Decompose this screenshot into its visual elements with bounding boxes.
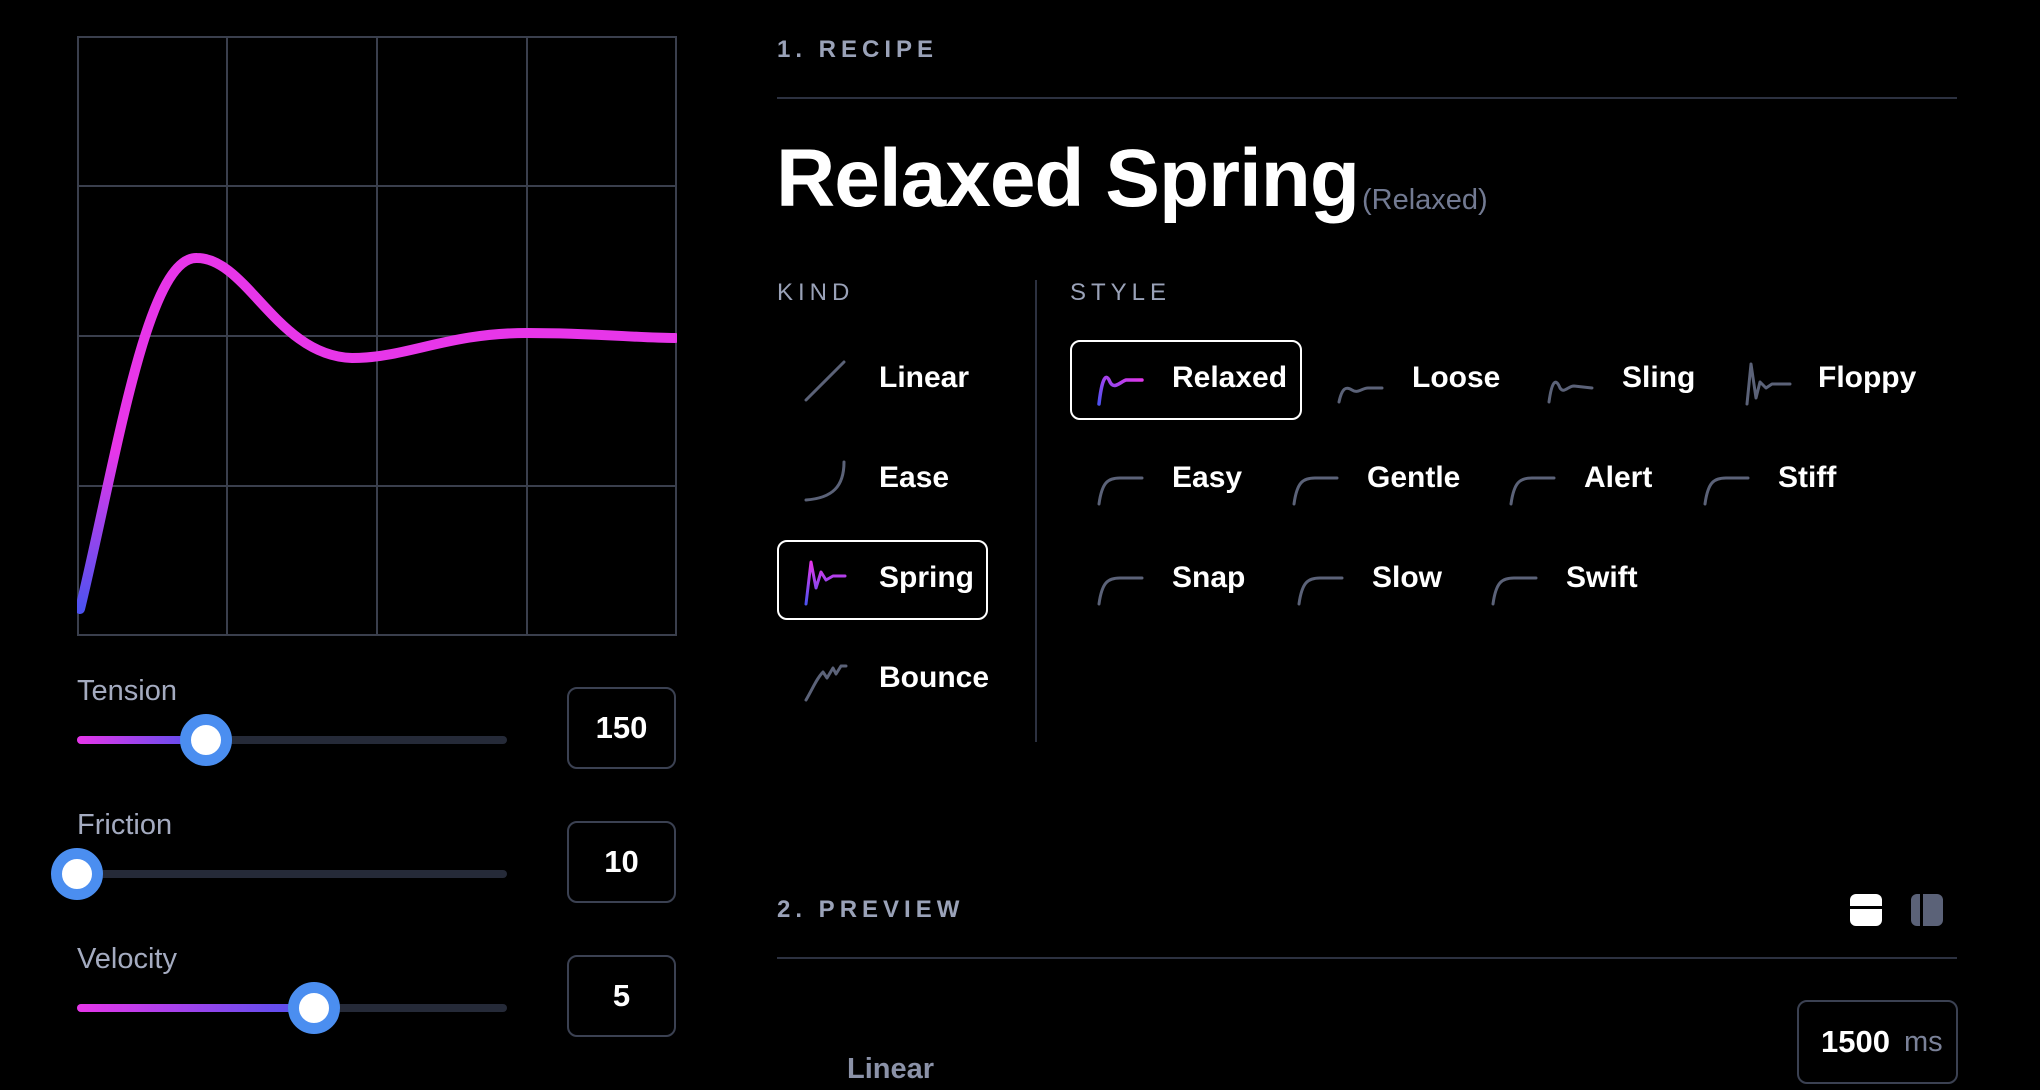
velocity-slider[interactable] [77, 982, 507, 1034]
style-option-label: Floppy [1818, 361, 1917, 394]
style-option-slow[interactable]: Slow [1270, 540, 1460, 620]
kind-label: KIND [777, 279, 855, 306]
tension-thumb[interactable] [180, 714, 232, 766]
friction-value[interactable]: 10 [567, 821, 676, 903]
velocity-fill [77, 1004, 314, 1012]
style-option-label: Loose [1412, 361, 1501, 394]
duration-value: 1500 [1821, 1024, 1890, 1059]
preview-row-label: Linear [847, 1053, 935, 1085]
style-curve-icon [1097, 476, 1144, 506]
style-option-alert[interactable]: Alert [1482, 440, 1682, 520]
style-option-floppy[interactable]: Floppy [1718, 340, 1938, 420]
duration-field[interactable]: 1500 ms [1797, 1000, 1958, 1084]
style-option-easy[interactable]: Easy [1070, 440, 1260, 520]
recipe-subtitle: (Relaxed) [1362, 184, 1488, 216]
style-curve-icon [1337, 386, 1384, 404]
style-option-relaxed[interactable]: Relaxed [1070, 340, 1302, 420]
style-option-label: Sling [1622, 361, 1696, 394]
velocity-thumb[interactable] [287, 982, 340, 1034]
style-curve-icon [1745, 362, 1792, 406]
ease-curve-icon [804, 460, 846, 502]
style-option-snap[interactable]: Snap [1070, 540, 1260, 620]
style-label: STYLE [1070, 279, 1172, 306]
spring-curve-graph [77, 36, 677, 636]
friction-thumb[interactable] [51, 848, 103, 900]
spring-curve-icon [1097, 375, 1144, 406]
kind-option-label: Bounce [879, 661, 990, 694]
duration-unit: ms [1904, 1026, 1943, 1058]
kind-option-label: Ease [879, 461, 950, 494]
tension-slider[interactable] [77, 714, 507, 766]
style-option-label: Gentle [1367, 461, 1461, 494]
style-curve-icon [1703, 476, 1750, 506]
friction-label: Friction [77, 809, 173, 841]
bounce-curve-icon [804, 664, 848, 702]
spring-curve-icon [804, 560, 847, 606]
kind-style-divider [1035, 280, 1037, 742]
split-view-icon[interactable] [1908, 892, 1944, 928]
kind-option-spring[interactable]: Spring [777, 540, 988, 620]
kind-option-label: Spring [879, 561, 974, 594]
tension-label: Tension [77, 675, 177, 707]
kind-option-linear[interactable]: Linear [777, 340, 988, 420]
recipe-title: Relaxed Spring [776, 133, 1360, 224]
style-curve-icon [1097, 576, 1144, 606]
style-option-gentle[interactable]: Gentle [1265, 440, 1485, 520]
preview-divider [777, 957, 1957, 959]
style-option-label: Easy [1172, 461, 1243, 494]
style-option-label: Stiff [1778, 461, 1837, 494]
style-option-label: Swift [1566, 561, 1638, 594]
style-curve-icon [1491, 576, 1538, 606]
style-option-label: Snap [1172, 561, 1246, 594]
style-option-swift[interactable]: Swift [1464, 540, 1654, 620]
linear-curve-icon [804, 360, 846, 402]
style-option-stiff[interactable]: Stiff [1676, 440, 1866, 520]
style-curve-icon [1297, 576, 1344, 606]
recipe-section-title: 1. RECIPE [777, 36, 939, 63]
style-option-label: Alert [1584, 461, 1653, 494]
style-option-loose[interactable]: Loose [1310, 340, 1510, 420]
stacked-view-icon[interactable] [1848, 892, 1884, 928]
kind-option-bounce[interactable]: Bounce [777, 640, 990, 720]
style-curve-icon [1509, 476, 1556, 506]
recipe-divider [777, 97, 1957, 99]
style-option-sling[interactable]: Sling [1520, 340, 1710, 420]
velocity-label: Velocity [77, 943, 177, 975]
tension-value[interactable]: 150 [567, 687, 676, 769]
style-curve-icon [1292, 476, 1339, 506]
friction-slider[interactable] [51, 848, 507, 900]
preview-section-title: 2. PREVIEW [777, 896, 965, 923]
kind-option-label: Linear [879, 361, 970, 394]
kind-option-ease[interactable]: Ease [777, 440, 988, 520]
style-curve-icon [1547, 380, 1594, 404]
velocity-value[interactable]: 5 [567, 955, 676, 1037]
style-option-label: Slow [1372, 561, 1443, 594]
style-option-label: Relaxed [1172, 361, 1288, 394]
